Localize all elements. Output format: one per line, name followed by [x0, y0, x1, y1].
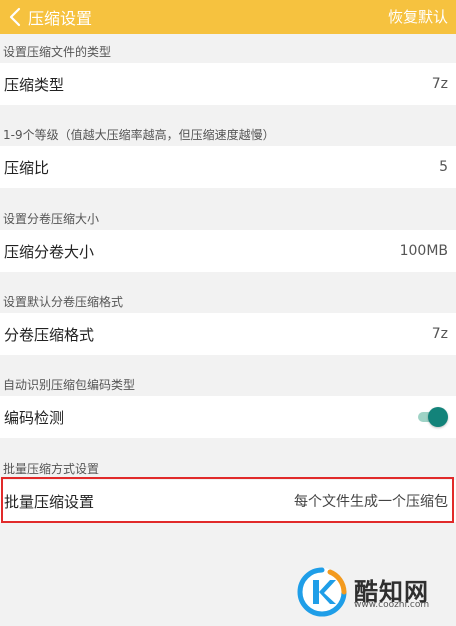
- setting-label: 压缩分卷大小: [4, 242, 95, 261]
- toggle-knob: [428, 407, 448, 427]
- setting-row-compress-ratio[interactable]: 压缩比 5: [0, 146, 456, 188]
- section-header-encoding-detect: 自动识别压缩包编码类型: [3, 378, 136, 392]
- setting-label: 压缩比: [4, 158, 50, 177]
- setting-value: 7z: [431, 326, 448, 342]
- coozhi-logo-icon: [297, 567, 347, 617]
- setting-row-volume-size[interactable]: 压缩分卷大小 100MB: [0, 230, 456, 272]
- setting-row-volume-format[interactable]: 分卷压缩格式 7z: [0, 313, 456, 355]
- back-button[interactable]: [2, 0, 28, 34]
- setting-label: 批量压缩设置: [4, 492, 95, 511]
- setting-row-encoding-detect[interactable]: 编码检测: [0, 396, 456, 438]
- section-header-batch-compress: 批量压缩方式设置: [3, 462, 100, 476]
- section-header-compress-ratio: 1-9个等级（值越大压缩率越高，但压缩速度越慢）: [3, 128, 275, 142]
- setting-value: 7z: [431, 76, 448, 92]
- setting-label: 分卷压缩格式: [4, 325, 95, 344]
- chevron-left-icon: [9, 7, 21, 27]
- watermark: 酷知网 www.coozhi.com: [296, 566, 456, 626]
- app-bar: 压缩设置 恢复默认: [0, 0, 456, 34]
- section-header-volume-size: 设置分卷压缩大小: [3, 212, 100, 226]
- setting-row-batch-compress[interactable]: 批量压缩设置 每个文件生成一个压缩包: [0, 480, 456, 522]
- setting-value: 100MB: [399, 243, 448, 259]
- reset-defaults-button[interactable]: 恢复默认: [388, 0, 448, 34]
- setting-label: 压缩类型: [4, 75, 65, 94]
- section-header-volume-format: 设置默认分卷压缩格式: [3, 295, 124, 309]
- watermark-url: www.coozhi.com: [354, 600, 430, 610]
- encoding-detect-toggle[interactable]: [416, 406, 448, 428]
- setting-value: 每个文件生成一个压缩包: [294, 494, 448, 510]
- page-title: 压缩设置: [28, 9, 93, 28]
- setting-row-compress-type[interactable]: 压缩类型 7z: [0, 63, 456, 105]
- section-header-compress-type: 设置压缩文件的类型: [3, 45, 112, 59]
- setting-value: 5: [439, 159, 448, 175]
- setting-label: 编码检测: [4, 408, 65, 427]
